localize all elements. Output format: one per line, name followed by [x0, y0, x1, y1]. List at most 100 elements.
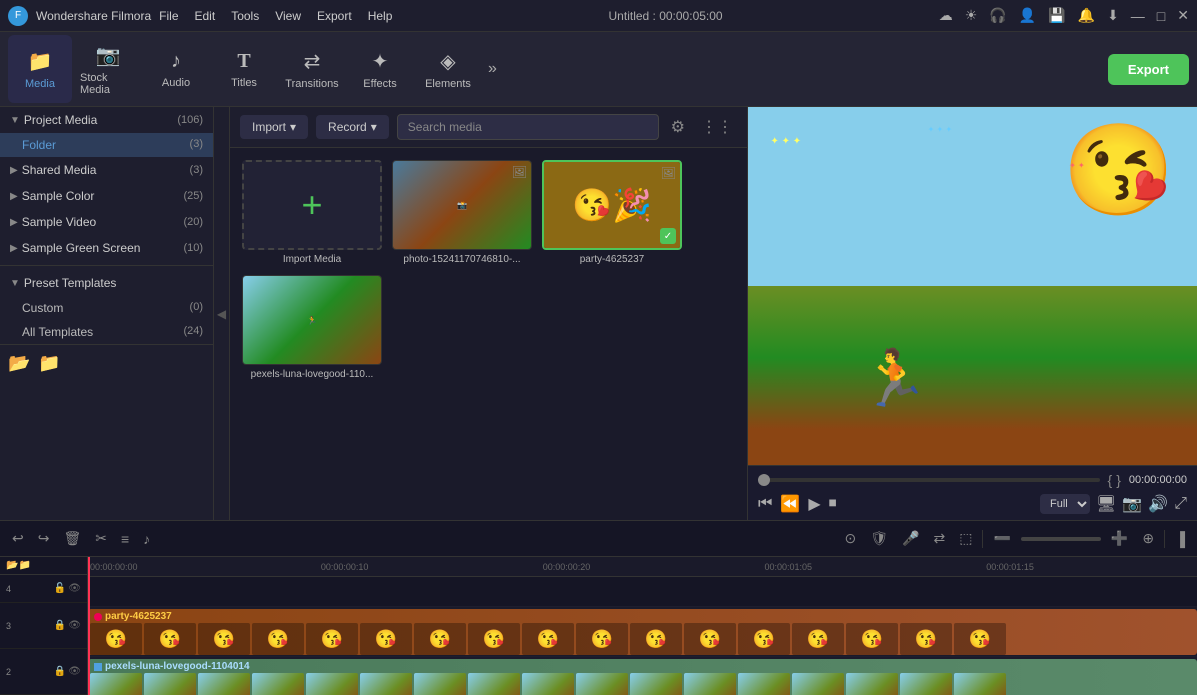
snapshot-btn[interactable]: 📷: [1122, 494, 1142, 514]
volume-btn[interactable]: 🔊: [1148, 494, 1168, 514]
track-label-v3: 3 🔒 👁: [0, 603, 87, 649]
play-btn[interactable]: ▶: [808, 494, 820, 514]
undo-btn[interactable]: ↩: [8, 528, 28, 549]
headphone-icon[interactable]: 🎧: [989, 7, 1006, 24]
audio-icon: ♪: [171, 50, 181, 73]
preview-progress-thumb[interactable]: [758, 474, 770, 486]
toolbar-effects[interactable]: ✦ Effects: [348, 35, 412, 103]
close-btn[interactable]: ✕: [1177, 7, 1189, 24]
export-button[interactable]: Export: [1108, 54, 1189, 85]
track-v2-lock[interactable]: 🔒: [54, 666, 66, 677]
preview-progress-bar[interactable]: [758, 478, 1100, 482]
import-button[interactable]: Import ▾: [240, 115, 308, 139]
toolbar-audio[interactable]: ♪ Audio: [144, 35, 208, 103]
cut-btn[interactable]: ✂: [91, 528, 111, 549]
track-clip-party[interactable]: party-4625237 😘 😘 😘 😘 😘 😘 😘 😘 😘 😘 😘: [88, 609, 1197, 655]
motion-track-btn[interactable]: ⊙: [841, 528, 861, 549]
menu-help[interactable]: Help: [368, 9, 393, 23]
redo-btn[interactable]: ↪: [34, 528, 54, 549]
panel-item-folder[interactable]: Folder (3): [0, 133, 213, 157]
minimize-btn[interactable]: —: [1131, 8, 1145, 24]
media-item-pexels[interactable]: 🏃 pexels-luna-lovegood-110...: [242, 275, 382, 380]
menu-export[interactable]: Export: [317, 9, 352, 23]
quality-select[interactable]: Full 1/2 1/4: [1040, 494, 1090, 514]
collapse-panel-btn[interactable]: ◀: [214, 107, 230, 520]
sun-icon[interactable]: ☀: [965, 7, 978, 24]
timeline-playhead[interactable]: [88, 557, 90, 695]
delete-btn[interactable]: 🗑: [59, 528, 85, 549]
toolbar-elements[interactable]: ◈ Elements: [416, 35, 480, 103]
media-item-photo[interactable]: 📸 🖼 photo-15241170746810-...: [392, 160, 532, 265]
panel-item-custom[interactable]: Custom (0): [0, 296, 213, 320]
fit-btn[interactable]: ⊕: [1138, 528, 1158, 549]
panel-toggle-btn[interactable]: ▐: [1171, 529, 1189, 549]
add-folder-icon[interactable]: 📁: [38, 353, 60, 374]
track-v4-visible[interactable]: 👁: [68, 583, 81, 594]
pexels-frame-3: [198, 673, 250, 695]
toolbar-transitions[interactable]: ⇄ Transitions: [280, 35, 344, 103]
import-placeholder[interactable]: + Import Media: [242, 160, 382, 265]
track-v3-lock[interactable]: 🔒: [54, 620, 66, 631]
add-folder-track-btn[interactable]: 📁: [18, 560, 30, 571]
preset-templates-chevron: ▼: [10, 278, 20, 289]
menu-file[interactable]: File: [159, 9, 178, 23]
pexels-clip-color-dot: [94, 663, 102, 671]
stop-btn[interactable]: ⏹: [829, 495, 837, 513]
menu-edit[interactable]: Edit: [195, 9, 216, 23]
sample-green-header[interactable]: ▶ Sample Green Screen (10): [0, 235, 213, 261]
new-folder-icon[interactable]: 📂: [8, 353, 30, 374]
record-button[interactable]: Record ▾: [316, 115, 389, 139]
pexels-frame-12: [684, 673, 736, 695]
shared-media-header[interactable]: ▶ Shared Media (3): [0, 157, 213, 183]
pip-btn[interactable]: ⬚: [955, 528, 976, 549]
media-item-party[interactable]: 😘🎉 🖼 ✓ party-4625237: [542, 160, 682, 265]
voiceover-btn[interactable]: 🎤: [898, 528, 923, 549]
menu-view[interactable]: View: [275, 9, 301, 23]
download-icon[interactable]: ⬇: [1107, 7, 1119, 24]
app-name: Wondershare Filmora: [36, 9, 151, 23]
toolbar-more[interactable]: »: [488, 60, 497, 78]
pexels-frame-17: [954, 673, 1006, 695]
toolbar-stock-media[interactable]: 📷 Stock Media: [76, 35, 140, 103]
track-v3-visible[interactable]: 👁: [68, 620, 81, 631]
prev-frame-btn[interactable]: ⏮: [758, 495, 772, 513]
sample-color-header[interactable]: ▶ Sample Color (25): [0, 183, 213, 209]
toolbar-titles[interactable]: T Titles: [212, 35, 276, 103]
preset-templates-header[interactable]: ▼ Preset Templates: [0, 270, 213, 296]
project-media-header[interactable]: ▼ Project Media (106): [0, 107, 213, 133]
preview-time: 00:00:00:00: [1129, 474, 1187, 486]
all-templates-label: All Templates: [22, 325, 93, 339]
fullscreen-btn[interactable]: 🖥: [1096, 494, 1116, 514]
menu-tools[interactable]: Tools: [231, 9, 259, 23]
step-back-btn[interactable]: ⏪: [780, 494, 800, 514]
grid-view-button[interactable]: ⋮⋮: [697, 113, 737, 141]
cloud-icon[interactable]: ☁: [939, 7, 953, 24]
filter-button[interactable]: ⚙: [667, 113, 689, 141]
party-frame-14: 😘: [792, 623, 844, 655]
track-v4-lock[interactable]: 🔓: [54, 583, 66, 594]
zoom-in-btn[interactable]: ➕: [1107, 528, 1132, 549]
zoom-out-btn[interactable]: ➖: [989, 528, 1014, 549]
panel-item-all-templates[interactable]: All Templates (24): [0, 320, 213, 344]
image-type-icon: 🖼: [512, 165, 527, 179]
zoom-slider[interactable]: [1021, 537, 1101, 541]
shared-media-chevron: ▶: [10, 165, 18, 176]
mask-btn[interactable]: 🛡: [866, 528, 892, 549]
audio-track-btn[interactable]: ♪: [139, 529, 154, 549]
track-clip-pexels[interactable]: pexels-luna-lovegood-1104014: [88, 659, 1197, 695]
add-track-btn[interactable]: 📂: [6, 560, 18, 571]
adjust-btn[interactable]: ≡: [117, 529, 133, 549]
sample-color-count: (25): [183, 190, 203, 202]
track-v2-visible[interactable]: 👁: [68, 666, 81, 677]
search-input[interactable]: [397, 114, 659, 140]
track-v3-row: party-4625237 😘 😘 😘 😘 😘 😘 😘 😘 😘 😘 😘: [88, 607, 1197, 657]
sample-video-header[interactable]: ▶ Sample Video (20): [0, 209, 213, 235]
expand-btn[interactable]: ⤢: [1174, 495, 1187, 513]
maximize-btn[interactable]: □: [1157, 8, 1165, 24]
folder-label: Folder: [22, 138, 56, 152]
toolbar-media[interactable]: 📁 Media: [8, 35, 72, 103]
user-icon[interactable]: 👤: [1019, 7, 1036, 24]
notification-icon[interactable]: 🔔: [1078, 7, 1095, 24]
save-icon[interactable]: 💾: [1048, 7, 1065, 24]
swap-btn[interactable]: ⇄: [930, 528, 950, 549]
